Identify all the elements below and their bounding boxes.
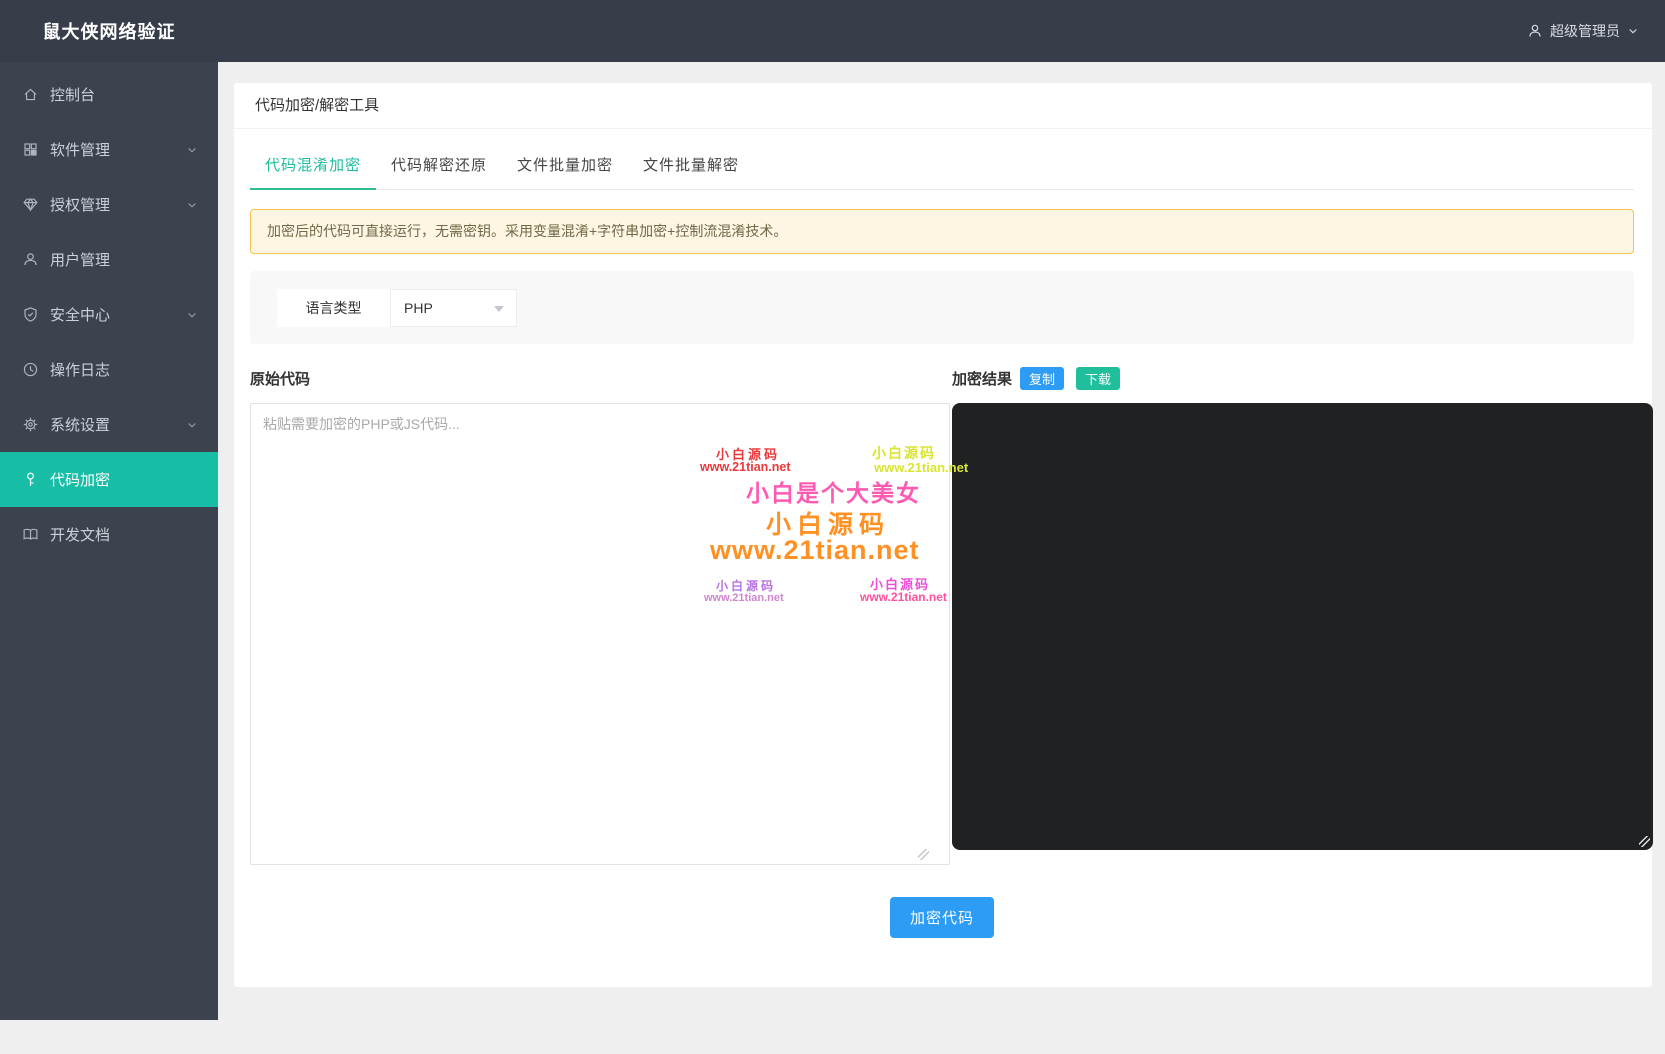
editor-header-row: 原始代码 加密结果 复制 下载 xyxy=(250,359,1634,397)
user-name: 超级管理员 xyxy=(1550,21,1620,41)
sidebar-item-label: 授权管理 xyxy=(50,194,110,215)
clock-icon xyxy=(22,361,40,379)
user-icon xyxy=(22,251,40,269)
select-caret-icon xyxy=(494,306,504,312)
page-title: 代码加密/解密工具 xyxy=(234,83,1652,129)
language-selected-value: PHP xyxy=(404,300,433,316)
tool-card: 代码加密/解密工具 代码混淆加密 代码解密还原 文件批量加密 文件批量解密 加密… xyxy=(234,83,1652,987)
language-select[interactable]: PHP xyxy=(390,289,517,327)
key-icon xyxy=(22,471,40,489)
shield-check-icon xyxy=(22,306,40,324)
apps-icon xyxy=(22,141,40,159)
sidebar-item-label: 代码加密 xyxy=(50,469,110,490)
sidebar-item-authorization[interactable]: 授权管理 xyxy=(0,177,218,232)
resize-handle[interactable] xyxy=(918,849,929,860)
user-menu[interactable]: 超级管理员 xyxy=(1527,21,1665,41)
sidebar-item-label: 操作日志 xyxy=(50,359,110,380)
sidebar-item-software[interactable]: 软件管理 xyxy=(0,122,218,177)
book-icon xyxy=(22,526,40,544)
resize-handle[interactable] xyxy=(1639,836,1650,847)
main-content: 代码加密/解密工具 代码混淆加密 代码解密还原 文件批量加密 文件批量解密 加密… xyxy=(218,62,1665,987)
sidebar: 控制台 软件管理 授权管理 用户管理 xyxy=(0,62,218,1020)
sidebar-item-label: 开发文档 xyxy=(50,524,110,545)
home-icon xyxy=(22,86,40,104)
sidebar-item-console[interactable]: 控制台 xyxy=(0,67,218,122)
sidebar-item-settings[interactable]: 系统设置 xyxy=(0,397,218,452)
sidebar-item-label: 用户管理 xyxy=(50,249,110,270)
language-label: 语言类型 xyxy=(277,289,390,327)
action-row: 加密代码 xyxy=(250,897,1634,938)
tab-code-obfuscate[interactable]: 代码混淆加密 xyxy=(250,141,376,190)
person-icon xyxy=(1527,23,1543,39)
result-header: 加密结果 复制 下载 xyxy=(952,367,1120,390)
sidebar-item-label: 控制台 xyxy=(50,84,95,105)
chevron-down-icon xyxy=(186,199,198,211)
tab-bar: 代码混淆加密 代码解密还原 文件批量加密 文件批量解密 xyxy=(250,141,1634,190)
sidebar-item-users[interactable]: 用户管理 xyxy=(0,232,218,287)
tab-code-decrypt[interactable]: 代码解密还原 xyxy=(376,141,502,190)
gear-icon xyxy=(22,416,40,434)
download-button[interactable]: 下载 xyxy=(1076,367,1120,390)
result-output[interactable] xyxy=(952,403,1653,850)
topbar: 鼠大侠网络验证 超级管理员 xyxy=(0,0,1665,62)
tab-batch-decrypt[interactable]: 文件批量解密 xyxy=(628,141,754,190)
language-panel: 语言类型 PHP xyxy=(250,271,1634,344)
copy-button[interactable]: 复制 xyxy=(1020,367,1064,390)
source-code-input[interactable] xyxy=(250,403,950,865)
app-logo: 鼠大侠网络验证 xyxy=(0,18,218,44)
chevron-down-icon xyxy=(186,144,198,156)
encrypt-button[interactable]: 加密代码 xyxy=(890,897,994,938)
editors-row xyxy=(250,403,1634,865)
sidebar-item-label: 系统设置 xyxy=(50,414,110,435)
chevron-down-icon xyxy=(186,309,198,321)
sidebar-item-logs[interactable]: 操作日志 xyxy=(0,342,218,397)
sidebar-item-label: 软件管理 xyxy=(50,139,110,160)
sidebar-item-security[interactable]: 安全中心 xyxy=(0,287,218,342)
gem-icon xyxy=(22,196,40,214)
sidebar-item-code-encrypt[interactable]: 代码加密 xyxy=(0,452,218,507)
card-body: 代码混淆加密 代码解密还原 文件批量加密 文件批量解密 加密后的代码可直接运行，… xyxy=(234,129,1652,938)
sidebar-item-docs[interactable]: 开发文档 xyxy=(0,507,218,562)
chevron-down-icon xyxy=(1627,25,1639,37)
info-alert: 加密后的代码可直接运行，无需密钥。采用变量混淆+字符串加密+控制流混淆技术。 xyxy=(250,209,1634,254)
tab-batch-encrypt[interactable]: 文件批量加密 xyxy=(502,141,628,190)
source-code-label: 原始代码 xyxy=(250,368,952,389)
sidebar-menu: 控制台 软件管理 授权管理 用户管理 xyxy=(0,62,218,562)
sidebar-item-label: 安全中心 xyxy=(50,304,110,325)
chevron-down-icon xyxy=(186,419,198,431)
result-label: 加密结果 xyxy=(952,368,1012,389)
